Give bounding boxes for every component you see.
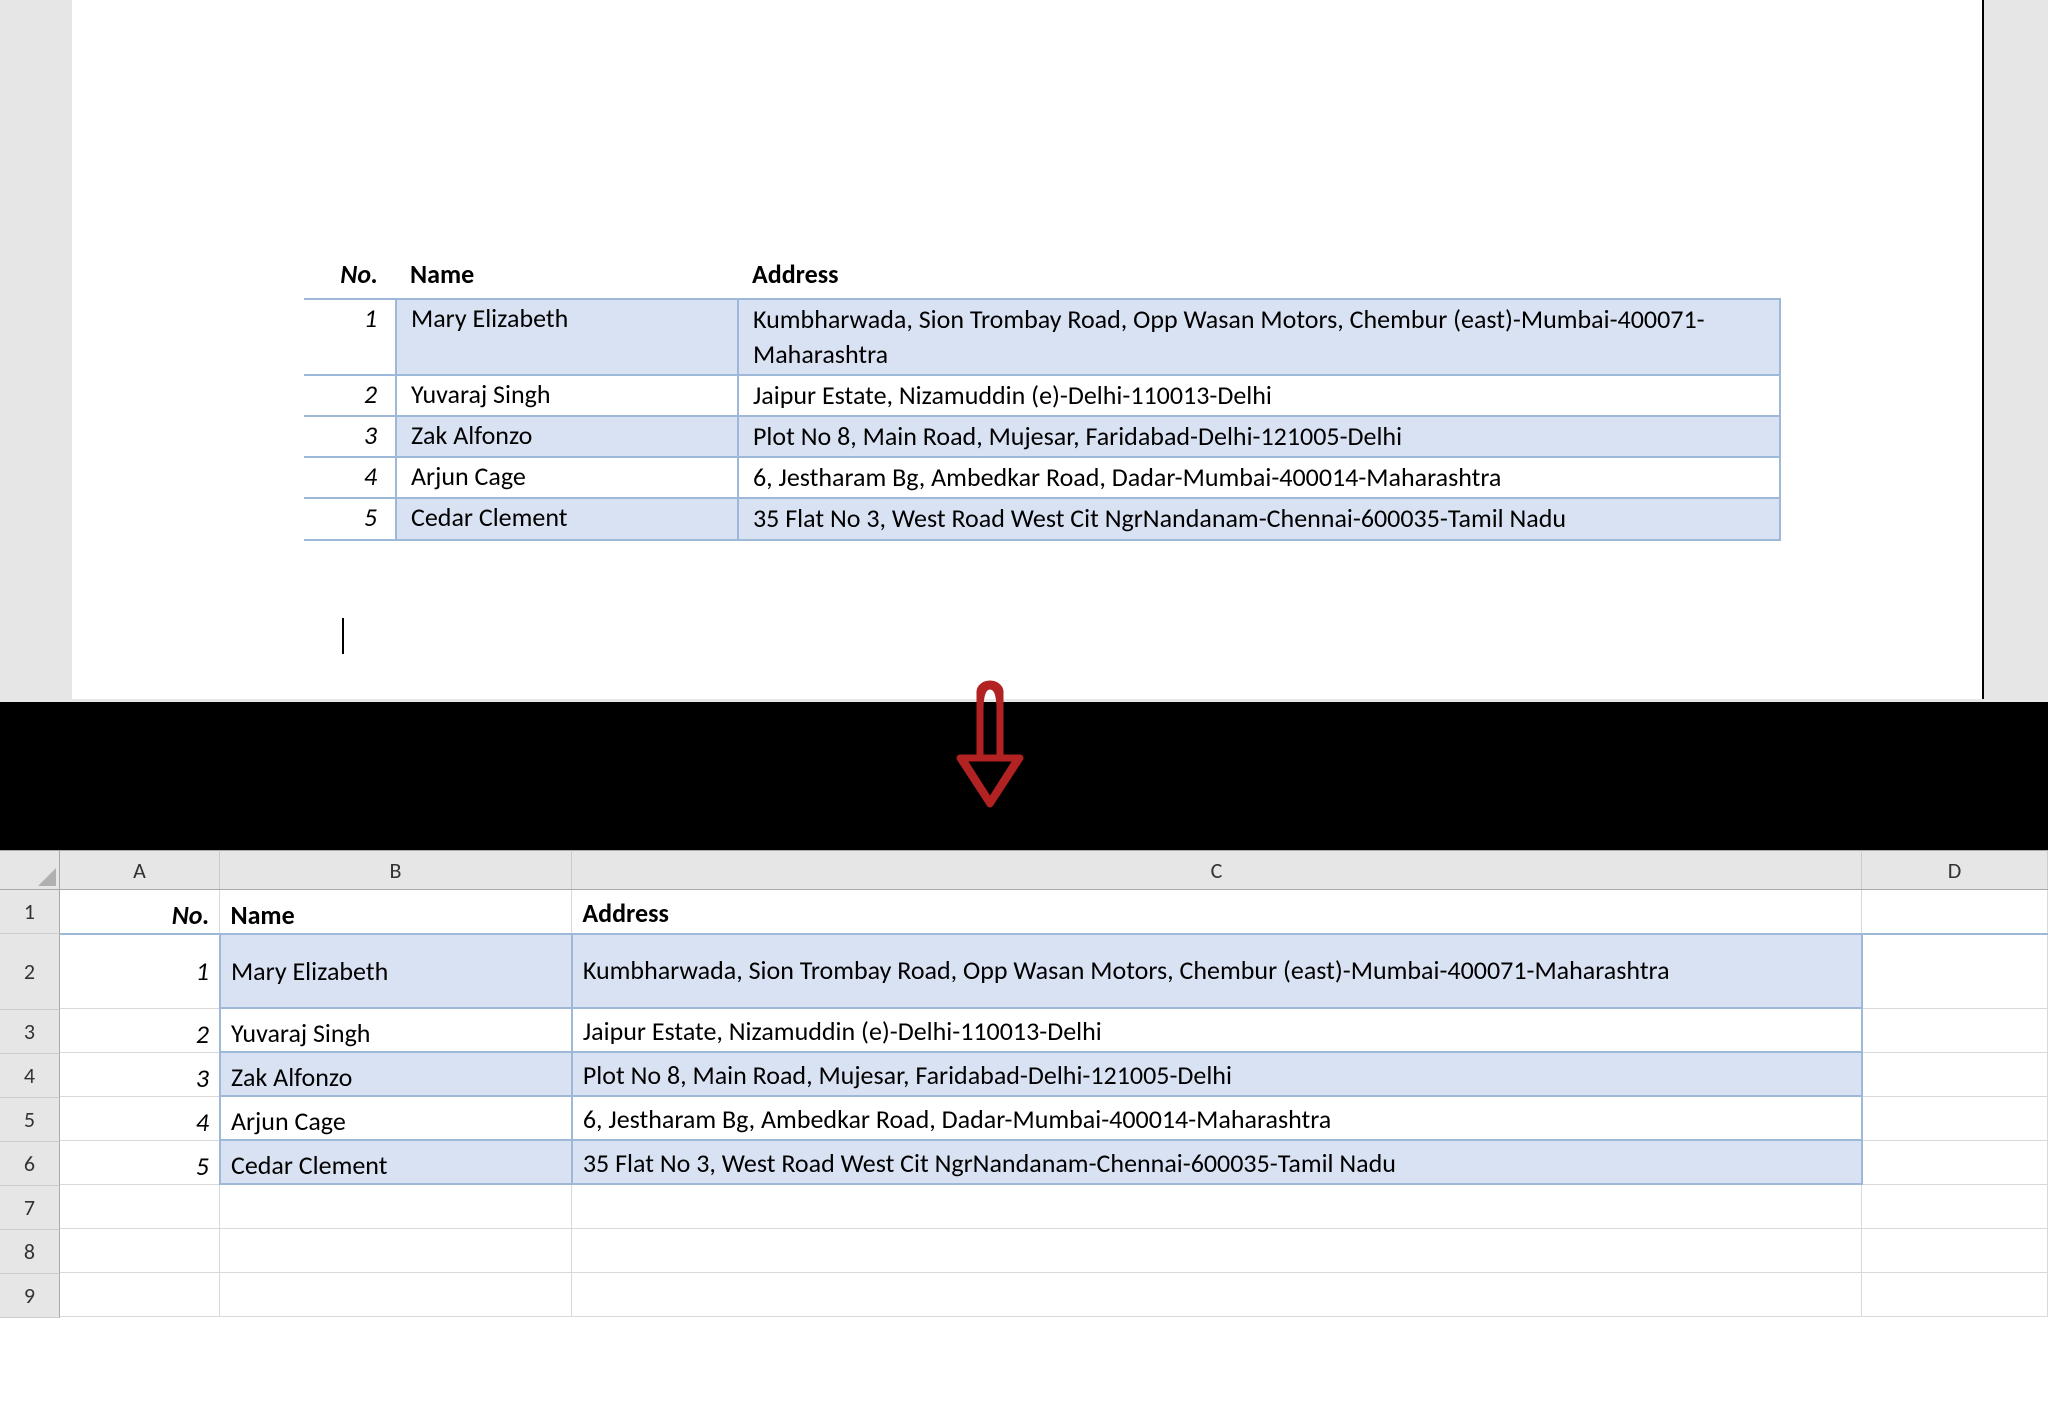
col-header-D[interactable]: D <box>1862 850 2048 889</box>
excel-data-row[interactable]: 3 Zak Alfonzo Plot No 8, Main Road, Muje… <box>60 1052 2048 1096</box>
cell-name: Cedar Clement <box>396 498 738 539</box>
cell-B8[interactable] <box>220 1228 572 1272</box>
cell-addr: Plot No 8, Main Road, Mujesar, Faridabad… <box>738 416 1780 457</box>
excel-data-row[interactable]: 4 Arjun Cage 6, Jestharam Bg, Ambedkar R… <box>60 1096 2048 1140</box>
excel-region: A B C D 1 2 3 4 5 6 7 8 9 No. Name <box>0 850 2048 1423</box>
cell-no: 2 <box>304 375 396 416</box>
word-table-row: 2 Yuvaraj Singh Jaipur Estate, Nizamuddi… <box>304 375 1780 416</box>
cell-C1[interactable]: Address <box>572 890 1862 934</box>
cell-A8[interactable] <box>60 1228 220 1272</box>
word-table: No. Name Address 1 Mary Elizabeth Kumbha… <box>304 254 1781 541</box>
cell-C3[interactable]: Jaipur Estate, Nizamuddin (e)-Delhi-1100… <box>572 1008 1862 1052</box>
excel-grid[interactable]: No. Name Address 1 Mary Elizabeth Kumbha… <box>60 890 2048 1317</box>
cell-C5[interactable]: 6, Jestharam Bg, Ambedkar Road, Dadar-Mu… <box>572 1096 1862 1140</box>
col-header-A[interactable]: A <box>60 850 220 889</box>
cell-C8[interactable] <box>572 1228 1862 1272</box>
cell-C2[interactable]: Kumbharwada, Sion Trombay Road, Opp Wasa… <box>572 934 1862 1008</box>
row-header-9[interactable]: 9 <box>0 1274 60 1318</box>
excel-data-row[interactable]: 1 Mary Elizabeth Kumbharwada, Sion Tromb… <box>60 934 2048 1008</box>
excel-row-headers: 1 2 3 4 5 6 7 8 9 <box>0 890 60 1318</box>
down-arrow-icon <box>950 680 1030 810</box>
cell-C4[interactable]: Plot No 8, Main Road, Mujesar, Faridabad… <box>572 1052 1862 1096</box>
cell-C9[interactable] <box>572 1272 1862 1316</box>
excel-column-headers: A B C D <box>0 850 2048 890</box>
col-header-address: Address <box>738 254 1780 299</box>
row-header-3[interactable]: 3 <box>0 1010 60 1054</box>
cell-A7[interactable] <box>60 1184 220 1228</box>
cell-C6[interactable]: 35 Flat No 3, West Road West Cit NgrNand… <box>572 1140 1862 1184</box>
cell-A6[interactable]: 5 <box>60 1140 220 1184</box>
cell-D1[interactable] <box>1862 890 2048 934</box>
row-header-5[interactable]: 5 <box>0 1098 60 1142</box>
cell-addr: 6, Jestharam Bg, Ambedkar Road, Dadar-Mu… <box>738 457 1780 498</box>
cell-B1[interactable]: Name <box>220 890 572 934</box>
cell-B5[interactable]: Arjun Cage <box>220 1096 572 1140</box>
cell-A2[interactable]: 1 <box>60 934 220 1008</box>
word-table-row: 3 Zak Alfonzo Plot No 8, Main Road, Muje… <box>304 416 1780 457</box>
row-header-6[interactable]: 6 <box>0 1142 60 1186</box>
word-document-region: No. Name Address 1 Mary Elizabeth Kumbha… <box>0 0 2048 702</box>
word-table-header-row: No. Name Address <box>304 254 1780 299</box>
excel-empty-row[interactable] <box>60 1272 2048 1316</box>
row-header-7[interactable]: 7 <box>0 1186 60 1230</box>
cell-C7[interactable] <box>572 1184 1862 1228</box>
cell-D9[interactable] <box>1862 1272 2048 1316</box>
row-header-2[interactable]: 2 <box>0 934 60 1010</box>
cell-D4[interactable] <box>1862 1052 2048 1096</box>
cell-A3[interactable]: 2 <box>60 1008 220 1052</box>
cell-A1[interactable]: No. <box>60 890 220 934</box>
cell-D3[interactable] <box>1862 1008 2048 1052</box>
cell-name: Mary Elizabeth <box>396 299 738 375</box>
cell-B6[interactable]: Cedar Clement <box>220 1140 572 1184</box>
word-table-row: 4 Arjun Cage 6, Jestharam Bg, Ambedkar R… <box>304 457 1780 498</box>
excel-empty-row[interactable] <box>60 1184 2048 1228</box>
cell-D7[interactable] <box>1862 1184 2048 1228</box>
cell-addr: Jaipur Estate, Nizamuddin (e)-Delhi-1100… <box>738 375 1780 416</box>
cell-A5[interactable]: 4 <box>60 1096 220 1140</box>
cell-B4[interactable]: Zak Alfonzo <box>220 1052 572 1096</box>
cell-no: 5 <box>304 498 396 539</box>
col-header-C[interactable]: C <box>572 850 1862 889</box>
cell-A4[interactable]: 3 <box>60 1052 220 1096</box>
cell-name: Zak Alfonzo <box>396 416 738 457</box>
cell-B9[interactable] <box>220 1272 572 1316</box>
row-header-4[interactable]: 4 <box>0 1054 60 1098</box>
cell-name: Arjun Cage <box>396 457 738 498</box>
cell-no: 1 <box>304 299 396 375</box>
col-header-B[interactable]: B <box>220 850 572 889</box>
col-header-name: Name <box>396 254 738 299</box>
cell-B3[interactable]: Yuvaraj Singh <box>220 1008 572 1052</box>
word-page: No. Name Address 1 Mary Elizabeth Kumbha… <box>72 0 1984 699</box>
cell-no: 4 <box>304 457 396 498</box>
cell-no: 3 <box>304 416 396 457</box>
text-cursor <box>342 618 344 654</box>
cell-addr: 35 Flat No 3, West Road West Cit NgrNand… <box>738 498 1780 539</box>
cell-name: Yuvaraj Singh <box>396 375 738 416</box>
cell-A9[interactable] <box>60 1272 220 1316</box>
col-header-no: No. <box>304 254 396 299</box>
cell-D6[interactable] <box>1862 1140 2048 1184</box>
row-header-1[interactable]: 1 <box>0 890 60 934</box>
excel-data-row[interactable]: 2 Yuvaraj Singh Jaipur Estate, Nizamuddi… <box>60 1008 2048 1052</box>
cell-B7[interactable] <box>220 1184 572 1228</box>
cell-B2[interactable]: Mary Elizabeth <box>220 934 572 1008</box>
select-all-triangle[interactable] <box>0 850 60 889</box>
cell-D5[interactable] <box>1862 1096 2048 1140</box>
excel-data-row[interactable]: 5 Cedar Clement 35 Flat No 3, West Road … <box>60 1140 2048 1184</box>
excel-header-row[interactable]: No. Name Address <box>60 890 2048 934</box>
cell-addr: Kumbharwada, Sion Trombay Road, Opp Wasa… <box>738 299 1780 375</box>
word-table-row: 5 Cedar Clement 35 Flat No 3, West Road … <box>304 498 1780 539</box>
word-table-row: 1 Mary Elizabeth Kumbharwada, Sion Tromb… <box>304 299 1780 375</box>
row-header-8[interactable]: 8 <box>0 1230 60 1274</box>
excel-empty-row[interactable] <box>60 1228 2048 1272</box>
cell-D8[interactable] <box>1862 1228 2048 1272</box>
cell-D2[interactable] <box>1862 934 2048 1008</box>
